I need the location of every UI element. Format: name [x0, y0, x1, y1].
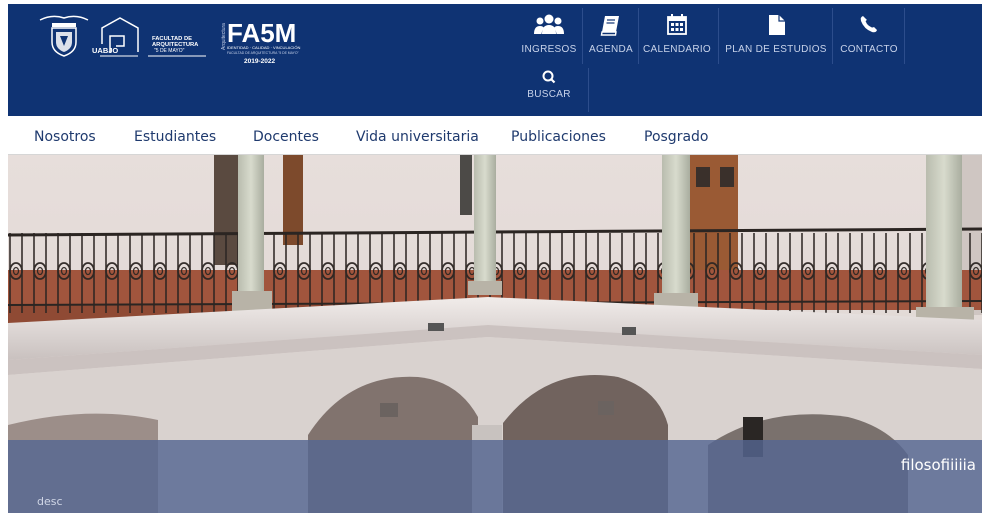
menu-item-publicaciones[interactable]: Publicaciones	[511, 129, 606, 145]
faculty-logo[interactable]: UABJO FACULTAD DE ARQUITECTURA "5 DE MAY…	[90, 14, 208, 62]
nav-ingresos[interactable]: INGRESOS	[518, 8, 580, 68]
nav-calendario[interactable]: CALENDARIO	[642, 8, 712, 68]
menu-item-posgrado[interactable]: Posgrado	[644, 129, 708, 145]
fa5m-brand-text: FA5M	[227, 18, 296, 48]
menu-item-estudiantes[interactable]: Estudiantes	[134, 129, 216, 145]
nav-contacto-label: CONTACTO	[840, 44, 898, 55]
header-bar: UABJO FACULTAD DE ARQUITECTURA "5 DE MAY…	[8, 4, 982, 116]
book-icon	[600, 16, 619, 36]
search-icon	[542, 70, 556, 84]
nav-divider	[718, 8, 719, 64]
nav-calendario-label: CALENDARIO	[642, 44, 711, 55]
fa5m-sub-text: FACULTAD DE ARQUITECTURA "5 DE MAYO"	[227, 51, 300, 55]
nav-agenda[interactable]: AGENDA	[586, 8, 636, 68]
menu-item-vida-universitaria[interactable]: Vida universitaria	[356, 129, 479, 145]
hero-title[interactable]: filosofiiiiia	[901, 456, 976, 474]
fa5m-years: 2019-2022	[244, 58, 275, 65]
nav-contacto[interactable]: CONTACTO	[836, 8, 902, 68]
nav-divider	[588, 68, 589, 112]
nav-ingresos-label: INGRESOS	[521, 44, 577, 55]
page-frame: UABJO FACULTAD DE ARQUITECTURA "5 DE MAY…	[8, 4, 982, 513]
calendar-icon	[667, 14, 687, 35]
menu-item-docentes[interactable]: Docentes	[253, 129, 319, 145]
hero-slide[interactable]: filosofiiiiia desc	[8, 155, 982, 513]
nav-plan-de-estudios[interactable]: PLAN DE ESTUDIOS	[724, 8, 828, 68]
nav-divider	[638, 8, 639, 64]
fa5m-logo[interactable]: Arquitectura FA5M IDENTIDAD · CALIDAD · …	[218, 12, 328, 68]
phone-icon	[860, 16, 877, 33]
nav-divider	[832, 8, 833, 64]
main-menu: Nosotros Estudiantes Docentes Vida unive…	[8, 116, 982, 155]
file-icon	[769, 15, 785, 35]
nav-plan-de-estudios-label: PLAN DE ESTUDIOS	[725, 44, 827, 55]
uabjo-shield-logo[interactable]	[34, 12, 94, 58]
users-icon	[534, 14, 564, 34]
uabjo-logo-text: UABJO	[92, 46, 118, 55]
menu-item-nosotros[interactable]: Nosotros	[34, 129, 96, 145]
nav-buscar-label: BUSCAR	[527, 89, 571, 100]
fa5m-tagline: IDENTIDAD · CALIDAD · VINCULACIÓN	[227, 45, 300, 50]
faculty-logo-line-3: "5 DE MAYO"	[154, 48, 185, 54]
hero-description: desc	[37, 495, 63, 508]
hero-caption: filosofiiiiia desc	[8, 440, 982, 513]
nav-divider	[904, 8, 905, 64]
nav-buscar[interactable]: BUSCAR	[523, 62, 575, 122]
nav-agenda-label: AGENDA	[588, 44, 634, 55]
nav-divider	[582, 8, 583, 64]
